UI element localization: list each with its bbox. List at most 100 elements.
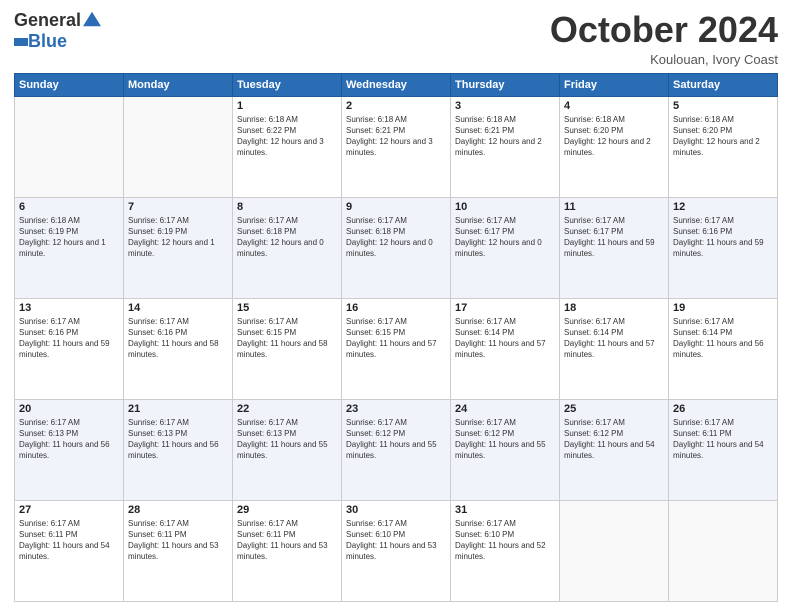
page: General Blue October 2024 Koulouan, Ivor… [0,0,792,612]
logo-general: General [14,10,81,31]
day-header-tuesday: Tuesday [233,73,342,96]
header-row: SundayMondayTuesdayWednesdayThursdayFrid… [15,73,778,96]
day-number: 6 [19,201,119,213]
day-number: 9 [346,201,446,213]
day-info: Sunrise: 6:17 AM Sunset: 6:11 PM Dayligh… [19,518,119,563]
table-row: 22Sunrise: 6:17 AM Sunset: 6:13 PM Dayli… [233,399,342,500]
month-title: October 2024 [550,10,778,50]
day-info: Sunrise: 6:17 AM Sunset: 6:15 PM Dayligh… [237,316,337,361]
day-info: Sunrise: 6:17 AM Sunset: 6:18 PM Dayligh… [346,215,446,260]
day-info: Sunrise: 6:17 AM Sunset: 6:13 PM Dayligh… [128,417,228,462]
day-number: 29 [237,504,337,516]
day-info: Sunrise: 6:18 AM Sunset: 6:21 PM Dayligh… [455,114,555,159]
day-number: 13 [19,302,119,314]
day-header-wednesday: Wednesday [342,73,451,96]
table-row [560,500,669,601]
table-row [124,96,233,197]
table-row: 19 Sunrise: 6:17 AM Sunset: 6:14 PM Dayli… [669,298,778,399]
table-row: 20 Sunrise: 6:17 AM Sunset: 6:13 PM Dayli… [15,399,124,500]
day-number: 1 [237,100,337,112]
day-info: Sunrise: 6:17 AM Sunset: 6:17 PM Dayligh… [564,215,664,260]
table-row [15,96,124,197]
day-number: 14 [128,302,228,314]
day-number: 23 [346,403,446,415]
table-row: 30Sunrise: 6:17 AM Sunset: 6:10 PM Dayli… [342,500,451,601]
day-number: 2 [346,100,446,112]
day-info: Sunrise: 6:17 AM Sunset: 6:12 PM Dayligh… [346,417,446,462]
header: General Blue October 2024 Koulouan, Ivor… [14,10,778,67]
day-info: Sunrise: 6:17 AM Sunset: 6:13 PM Dayligh… [19,417,119,462]
calendar-row-4: 20 Sunrise: 6:17 AM Sunset: 6:13 PM Dayli… [15,399,778,500]
day-number: 28 [128,504,228,516]
day-number: 15 [237,302,337,314]
day-info: Sunrise: 6:17 AM Sunset: 6:15 PM Dayligh… [346,316,446,361]
day-number: 12 [673,201,773,213]
calendar-row-1: 1 Sunrise: 6:18 AM Sunset: 6:22 PM Daylig… [15,96,778,197]
day-info: Sunrise: 6:17 AM Sunset: 6:16 PM Dayligh… [673,215,773,260]
day-info: Sunrise: 6:17 AM Sunset: 6:19 PM Dayligh… [128,215,228,260]
table-row: 15 Sunrise: 6:17 AM Sunset: 6:15 PM Dayli… [233,298,342,399]
logo-blue: Blue [28,31,67,52]
calendar-row-2: 6 Sunrise: 6:18 AM Sunset: 6:19 PM Daylig… [15,197,778,298]
table-row: 18Sunrise: 6:17 AM Sunset: 6:14 PM Dayli… [560,298,669,399]
day-number: 22 [237,403,337,415]
table-row: 26 Sunrise: 6:17 AM Sunset: 6:11 PM Dayli… [669,399,778,500]
day-number: 8 [237,201,337,213]
day-info: Sunrise: 6:18 AM Sunset: 6:22 PM Dayligh… [237,114,337,159]
title-section: October 2024 Koulouan, Ivory Coast [550,10,778,67]
table-row: 17Sunrise: 6:17 AM Sunset: 6:14 PM Dayli… [451,298,560,399]
table-row: 28 Sunrise: 6:17 AM Sunset: 6:11 PM Dayli… [124,500,233,601]
day-info: Sunrise: 6:17 AM Sunset: 6:10 PM Dayligh… [346,518,446,563]
table-row: 11 Sunrise: 6:17 AM Sunset: 6:17 PM Dayli… [560,197,669,298]
day-header-thursday: Thursday [451,73,560,96]
day-info: Sunrise: 6:17 AM Sunset: 6:11 PM Dayligh… [237,518,337,563]
day-number: 19 [673,302,773,314]
location: Koulouan, Ivory Coast [550,52,778,67]
day-number: 31 [455,504,555,516]
table-row: 25Sunrise: 6:17 AM Sunset: 6:12 PM Dayli… [560,399,669,500]
table-row: 6 Sunrise: 6:18 AM Sunset: 6:19 PM Daylig… [15,197,124,298]
table-row: 14 Sunrise: 6:17 AM Sunset: 6:16 PM Dayli… [124,298,233,399]
day-info: Sunrise: 6:17 AM Sunset: 6:17 PM Dayligh… [455,215,555,260]
day-info: Sunrise: 6:17 AM Sunset: 6:11 PM Dayligh… [673,417,773,462]
day-info: Sunrise: 6:18 AM Sunset: 6:19 PM Dayligh… [19,215,119,260]
day-number: 27 [19,504,119,516]
day-info: Sunrise: 6:17 AM Sunset: 6:16 PM Dayligh… [128,316,228,361]
day-info: Sunrise: 6:17 AM Sunset: 6:14 PM Dayligh… [673,316,773,361]
table-row: 23 Sunrise: 6:17 AM Sunset: 6:12 PM Dayli… [342,399,451,500]
day-info: Sunrise: 6:17 AM Sunset: 6:16 PM Dayligh… [19,316,119,361]
table-row: 21Sunrise: 6:17 AM Sunset: 6:13 PM Dayli… [124,399,233,500]
day-number: 20 [19,403,119,415]
day-info: Sunrise: 6:17 AM Sunset: 6:11 PM Dayligh… [128,518,228,563]
table-row: 1 Sunrise: 6:18 AM Sunset: 6:22 PM Daylig… [233,96,342,197]
day-number: 10 [455,201,555,213]
table-row: 9 Sunrise: 6:17 AM Sunset: 6:18 PM Daylig… [342,197,451,298]
day-number: 4 [564,100,664,112]
calendar-table: SundayMondayTuesdayWednesdayThursdayFrid… [14,73,778,602]
logo-icon [83,10,101,28]
day-header-friday: Friday [560,73,669,96]
logo-text: General [14,10,101,31]
day-info: Sunrise: 6:17 AM Sunset: 6:10 PM Dayligh… [455,518,555,563]
calendar-row-3: 13 Sunrise: 6:17 AM Sunset: 6:16 PM Dayli… [15,298,778,399]
table-row: 8 Sunrise: 6:17 AM Sunset: 6:18 PM Daylig… [233,197,342,298]
day-info: Sunrise: 6:18 AM Sunset: 6:21 PM Dayligh… [346,114,446,159]
day-number: 26 [673,403,773,415]
day-info: Sunrise: 6:17 AM Sunset: 6:12 PM Dayligh… [455,417,555,462]
table-row: 10 Sunrise: 6:17 AM Sunset: 6:17 PM Dayli… [451,197,560,298]
table-row: 29 Sunrise: 6:17 AM Sunset: 6:11 PM Dayli… [233,500,342,601]
table-row: 4Sunrise: 6:18 AM Sunset: 6:20 PM Daylig… [560,96,669,197]
day-number: 11 [564,201,664,213]
day-info: Sunrise: 6:17 AM Sunset: 6:12 PM Dayligh… [564,417,664,462]
table-row: 5Sunrise: 6:18 AM Sunset: 6:20 PM Daylig… [669,96,778,197]
table-row: 12 Sunrise: 6:17 AM Sunset: 6:16 PM Dayli… [669,197,778,298]
day-header-monday: Monday [124,73,233,96]
table-row: 3Sunrise: 6:18 AM Sunset: 6:21 PM Daylig… [451,96,560,197]
day-info: Sunrise: 6:17 AM Sunset: 6:18 PM Dayligh… [237,215,337,260]
day-number: 18 [564,302,664,314]
table-row: 7Sunrise: 6:17 AM Sunset: 6:19 PM Daylig… [124,197,233,298]
table-row: 13 Sunrise: 6:17 AM Sunset: 6:16 PM Dayli… [15,298,124,399]
table-row: 27 Sunrise: 6:17 AM Sunset: 6:11 PM Dayli… [15,500,124,601]
day-info: Sunrise: 6:18 AM Sunset: 6:20 PM Dayligh… [673,114,773,159]
day-number: 16 [346,302,446,314]
